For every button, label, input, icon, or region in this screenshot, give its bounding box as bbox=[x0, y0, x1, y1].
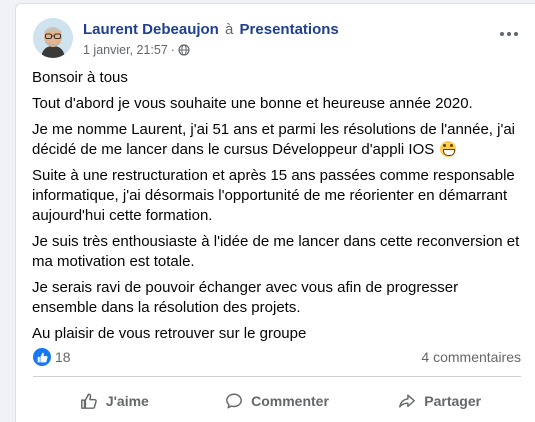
like-count[interactable]: 18 bbox=[55, 349, 71, 365]
post-paragraph: Je me nomme Laurent, j'ai 51 ans et parm… bbox=[32, 120, 527, 160]
post-body: Bonsoir à tous Tout d'abord je vous souh… bbox=[32, 68, 527, 350]
comment-count-link[interactable]: 4 commentaires bbox=[421, 349, 521, 365]
comment-bubble-icon bbox=[226, 393, 243, 409]
thumbs-up-icon bbox=[80, 393, 97, 409]
more-dot bbox=[514, 32, 518, 36]
share-button[interactable]: Partager bbox=[358, 382, 521, 420]
post-paragraph: Je serais ravi de pouvoir échanger avec … bbox=[32, 279, 459, 316]
more-dot bbox=[507, 32, 511, 36]
share-button-label: Partager bbox=[424, 393, 482, 409]
share-arrow-icon bbox=[399, 394, 416, 408]
post-header: Laurent Debeaujon à Presentations 1 janv… bbox=[33, 18, 535, 62]
author-line: Laurent Debeaujon à Presentations bbox=[83, 21, 339, 39]
comment-button-label: Commenter bbox=[251, 393, 329, 409]
comment-button[interactable]: Commenter bbox=[196, 382, 359, 420]
like-reaction-icon[interactable] bbox=[33, 348, 51, 366]
grinning-face-emoji bbox=[440, 141, 457, 157]
action-bar: J'aime Commenter Partager bbox=[33, 382, 521, 420]
globe-icon[interactable] bbox=[178, 44, 190, 56]
thumbs-up-icon bbox=[37, 352, 48, 362]
post-timestamp[interactable]: 1 janvier, 21:57 bbox=[83, 43, 168, 57]
author-group-connector: à bbox=[225, 21, 234, 38]
group-name-link[interactable]: Presentations bbox=[240, 21, 339, 38]
more-options-icon[interactable] bbox=[497, 22, 521, 46]
memoji-avatar-icon bbox=[33, 18, 73, 58]
post-paragraph: Au plaisir de vous retrouver sur le grou… bbox=[32, 325, 307, 342]
meta-separator: · bbox=[170, 43, 175, 57]
post-meta: 1 janvier, 21:57 · bbox=[83, 42, 190, 58]
post-paragraph: Je suis très enthousiaste à l'idée de me… bbox=[32, 233, 520, 270]
like-button-label: J'aime bbox=[105, 393, 149, 409]
post-stats: 18 4 commentaires bbox=[33, 346, 521, 368]
author-avatar[interactable] bbox=[33, 18, 73, 58]
like-button[interactable]: J'aime bbox=[33, 382, 196, 420]
post-paragraph: Suite à une restructuration et après 15 … bbox=[32, 167, 515, 224]
actions-divider bbox=[33, 376, 521, 377]
post-card: Laurent Debeaujon à Presentations 1 janv… bbox=[15, 3, 535, 422]
more-dot bbox=[500, 32, 504, 36]
post-paragraph: Bonsoir à tous bbox=[32, 69, 128, 86]
author-name-link[interactable]: Laurent Debeaujon bbox=[83, 21, 219, 38]
post-paragraph: Tout d'abord je vous souhaite une bonne … bbox=[32, 95, 473, 112]
